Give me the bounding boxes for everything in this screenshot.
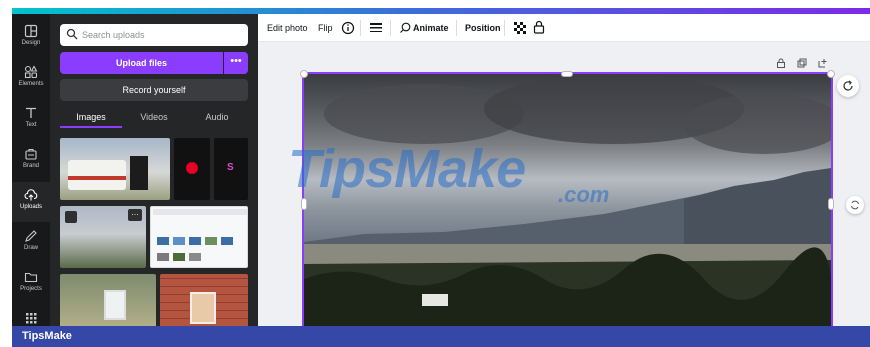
text-icon bbox=[26, 107, 36, 118]
rotate-icon bbox=[843, 80, 853, 91]
editor-toolbar: Edit photo Flip Animate Position bbox=[258, 14, 870, 42]
toolbar-divider bbox=[504, 20, 505, 36]
resize-handle-top[interactable] bbox=[561, 71, 573, 77]
rail-label: Projects bbox=[20, 286, 42, 292]
resize-handle-top-left[interactable] bbox=[300, 70, 308, 78]
thumbnail-detail bbox=[190, 292, 216, 324]
search-icon bbox=[66, 28, 78, 40]
resize-handle-top-right[interactable] bbox=[827, 70, 835, 78]
page-lock-icon[interactable] bbox=[776, 58, 786, 68]
rail-item-uploads[interactable]: Uploads bbox=[12, 182, 50, 222]
edit-photo-button[interactable]: Edit photo bbox=[267, 22, 308, 36]
tab-audio[interactable]: Audio bbox=[186, 110, 248, 130]
rail-item-elements[interactable]: Elements bbox=[12, 59, 50, 99]
upload-thumbnail-frame-plant[interactable] bbox=[60, 274, 156, 334]
rail-item-projects[interactable]: Projects bbox=[12, 264, 50, 304]
info-icon[interactable] bbox=[341, 21, 355, 35]
rail-item-design[interactable]: Design bbox=[12, 18, 50, 58]
apps-grid-icon bbox=[26, 313, 37, 324]
footer-bar: TipsMake bbox=[12, 326, 870, 347]
upload-thumbnail-dark[interactable]: S bbox=[214, 138, 248, 200]
rail-item-draw[interactable]: Draw bbox=[12, 223, 50, 263]
thumbnail-detail bbox=[173, 253, 185, 261]
cloud-upload-icon bbox=[24, 189, 38, 201]
position-button[interactable]: Position bbox=[465, 22, 501, 36]
shapes-icon bbox=[24, 65, 38, 79]
upload-files-button[interactable]: Upload files bbox=[60, 52, 223, 74]
rail-label: Uploads bbox=[19, 204, 42, 210]
uploads-panel: Upload files ••• Record yourself Images … bbox=[50, 14, 258, 334]
thumbnail-detail bbox=[173, 237, 185, 245]
thumbnail-detail bbox=[221, 237, 233, 245]
rail-label: Draw bbox=[23, 245, 38, 251]
left-nav-rail: Design Elements Text Brand Uploads Draw … bbox=[12, 14, 50, 334]
lock-icon[interactable] bbox=[533, 20, 545, 34]
layout-icon bbox=[24, 24, 38, 38]
search-input[interactable] bbox=[82, 27, 242, 43]
thumbnail-detail bbox=[130, 156, 148, 190]
flip-button[interactable]: Flip bbox=[318, 22, 333, 36]
thumbnail-more-button[interactable]: … bbox=[128, 209, 142, 221]
border-style-icon[interactable] bbox=[369, 22, 383, 34]
tab-images[interactable]: Images bbox=[60, 110, 122, 130]
thumbnail-detail bbox=[68, 160, 126, 190]
thumbnail-detail bbox=[157, 253, 169, 261]
pinterest-logo-icon bbox=[186, 162, 198, 174]
rotate-button[interactable] bbox=[837, 75, 859, 97]
thumbnail-detail bbox=[153, 209, 247, 215]
brand-icon bbox=[25, 148, 37, 160]
watermark: TipsMake bbox=[288, 139, 526, 199]
media-tabs: Images Videos Audio bbox=[60, 110, 248, 130]
rail-label: Elements bbox=[18, 81, 44, 87]
thumbnail-detail bbox=[189, 237, 201, 245]
toolbar-divider bbox=[390, 20, 391, 36]
upload-thumbnail-frame-brick[interactable] bbox=[160, 274, 248, 334]
search-box[interactable] bbox=[60, 24, 248, 46]
watermark-suffix: .com bbox=[558, 182, 610, 207]
thumbnail-detail bbox=[68, 176, 126, 180]
thumbnail-detail bbox=[104, 290, 126, 320]
duplicate-page-icon[interactable] bbox=[797, 58, 807, 68]
folder-icon bbox=[24, 272, 38, 283]
select-checkbox[interactable] bbox=[65, 211, 77, 223]
animate-button[interactable]: Animate bbox=[413, 22, 449, 36]
upload-thumbnail-landscape[interactable]: … bbox=[60, 206, 146, 268]
footer-brand: TipsMake bbox=[22, 330, 72, 342]
add-page-icon[interactable] bbox=[818, 58, 828, 68]
rail-label: Text bbox=[25, 122, 37, 128]
transparency-icon[interactable] bbox=[514, 22, 526, 34]
upload-thumbnail-screenshot[interactable] bbox=[150, 206, 248, 268]
upload-thumbnail-rv[interactable] bbox=[60, 138, 170, 200]
upload-thumbnail-pinterest[interactable] bbox=[174, 138, 210, 200]
resize-handle-right[interactable] bbox=[828, 198, 834, 210]
refresh-icon bbox=[851, 200, 859, 210]
thumbnail-detail bbox=[157, 237, 169, 245]
rail-label: Design bbox=[21, 40, 41, 46]
animate-icon[interactable] bbox=[399, 22, 411, 34]
toolbar-divider bbox=[360, 20, 361, 36]
pen-icon bbox=[25, 230, 37, 242]
rail-item-text[interactable]: Text bbox=[12, 100, 50, 140]
rail-item-brand[interactable]: Brand bbox=[12, 141, 50, 181]
refresh-button[interactable] bbox=[846, 196, 864, 214]
rail-label: Brand bbox=[22, 163, 39, 169]
upload-more-button[interactable]: ••• bbox=[224, 52, 248, 74]
logo-icon: S bbox=[227, 162, 234, 173]
tab-videos[interactable]: Videos bbox=[123, 110, 185, 130]
thumbnail-detail bbox=[205, 237, 217, 245]
thumbnail-detail bbox=[189, 253, 201, 261]
record-yourself-button[interactable]: Record yourself bbox=[60, 79, 248, 101]
toolbar-divider bbox=[456, 20, 457, 36]
